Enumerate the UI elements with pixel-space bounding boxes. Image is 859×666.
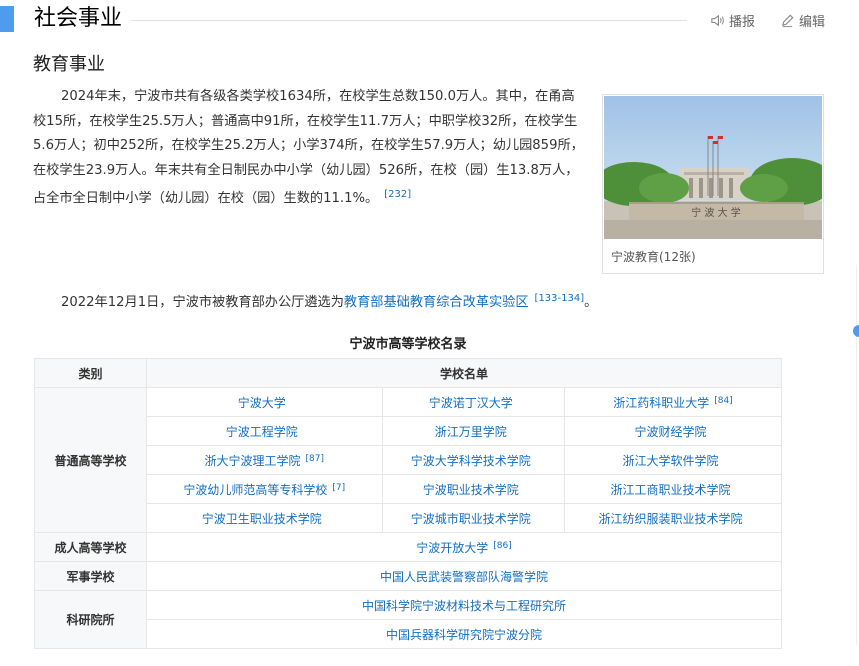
pencil-icon bbox=[781, 14, 794, 28]
paragraph-end: 。 bbox=[584, 295, 598, 310]
school-link[interactable]: 宁波大学 bbox=[238, 396, 286, 410]
category-military: 军事学校 bbox=[34, 561, 147, 591]
table-row: 宁波工程学院 浙江万里学院 宁波财经学院 bbox=[35, 416, 783, 446]
school-cell: 浙江工商职业技术学院 bbox=[563, 474, 783, 504]
speaker-icon bbox=[711, 14, 724, 27]
school-link[interactable]: 浙江纺织服装职业技术学院 bbox=[598, 512, 742, 526]
school-link[interactable]: 中国科学院宁波材料技术与工程研究所 bbox=[362, 599, 566, 613]
school-link[interactable]: 宁波卫生职业技术学院 bbox=[202, 512, 322, 526]
campus-gate-image: 宁 波 大 学 bbox=[604, 96, 822, 239]
school-cell: 宁波工程学院 bbox=[146, 416, 383, 446]
reform-paragraph: 2022年12月1日，宁波市被教育部办公厅遴选为教育部基础教育综合改革实验区 [1… bbox=[33, 287, 793, 316]
school-link[interactable]: 浙江大学软件学院 bbox=[622, 454, 718, 468]
table-row: 宁波幼儿师范高等专科学校 [7] 宁波职业技术学院 浙江工商职业技术学院 bbox=[35, 474, 783, 504]
table-row: 中国兵器科学研究院宁波分院 bbox=[35, 619, 782, 649]
citation-link[interactable]: [87] bbox=[306, 454, 324, 464]
school-cell: 宁波财经学院 bbox=[563, 416, 783, 446]
report-button[interactable]: 播报 bbox=[710, 11, 755, 30]
citation-link[interactable]: [86] bbox=[493, 541, 511, 551]
category-adult: 成人高等学校 bbox=[34, 532, 147, 562]
image-album-card[interactable]: 宁 波 大 学 宁波教育(12张) bbox=[602, 94, 824, 274]
subsection-title: 教育事业 bbox=[33, 54, 105, 75]
side-scroll-indicator[interactable] bbox=[853, 325, 859, 337]
header-school-list: 学校名单 bbox=[146, 358, 782, 388]
section-divider bbox=[131, 20, 687, 21]
school-cell: 宁波诺丁汉大学 bbox=[381, 387, 565, 417]
school-link[interactable]: 宁波职业技术学院 bbox=[423, 483, 519, 497]
school-cell: 浙大宁波理工学院 [87] bbox=[146, 445, 383, 475]
citation-link[interactable]: [84] bbox=[714, 396, 732, 406]
category-general: 普通高等学校 bbox=[34, 387, 147, 533]
table-title: 宁波市高等学校名录 bbox=[349, 337, 467, 352]
report-label: 播报 bbox=[729, 15, 756, 30]
citation-link[interactable]: [7] bbox=[332, 483, 345, 493]
school-link[interactable]: 宁波大学科学技术学院 bbox=[411, 454, 531, 468]
image-caption[interactable]: 宁波教育(12张) bbox=[611, 248, 696, 265]
gate-inscription: 宁 波 大 学 bbox=[691, 206, 741, 219]
school-cell: 浙江大学软件学院 bbox=[563, 445, 783, 475]
side-scroll-track bbox=[856, 265, 857, 645]
school-cell: 宁波卫生职业技术学院 bbox=[146, 503, 383, 533]
education-paragraph: 2024年末，宁波市共有各级各类学校1634所，在校学生总数150.0万人。其中… bbox=[33, 85, 585, 212]
reform-zone-link[interactable]: 教育部基础教育综合改革实验区 bbox=[344, 295, 529, 310]
school-link[interactable]: 宁波开放大学 bbox=[416, 541, 488, 555]
school-link[interactable]: 宁波工程学院 bbox=[226, 425, 298, 439]
school-cell: 中国兵器科学研究院宁波分院 bbox=[146, 619, 782, 649]
school-link[interactable]: 宁波幼儿师范高等专科学校 bbox=[183, 483, 327, 497]
school-cell: 宁波大学科学技术学院 bbox=[381, 445, 565, 475]
citation-link[interactable]: [232] bbox=[384, 189, 411, 200]
table-row: 浙大宁波理工学院 [87] 宁波大学科学技术学院 浙江大学软件学院 bbox=[35, 445, 783, 475]
school-cell: 中国科学院宁波材料技术与工程研究所 bbox=[146, 590, 782, 620]
table-row: 军事学校 中国人民武装警察部队海警学院 bbox=[34, 561, 782, 591]
school-cell: 宁波职业技术学院 bbox=[381, 474, 565, 504]
schools-table: 类别 学校名单 普通高等学校 宁波大学 宁波诺丁汉大学 浙江药科职业大学 [84]… bbox=[34, 358, 783, 649]
table-header-row: 类别 学校名单 bbox=[34, 358, 782, 388]
school-link[interactable]: 浙江药科职业大学 bbox=[613, 396, 709, 410]
school-cell: 中国人民武装警察部队海警学院 bbox=[146, 561, 782, 591]
edit-label: 编辑 bbox=[799, 15, 826, 30]
citation-link[interactable]: [133-134] bbox=[535, 293, 585, 304]
school-cell: 宁波幼儿师范高等专科学校 [7] bbox=[146, 474, 383, 504]
paragraph-text: 2024年末，宁波市共有各级各类学校1634所，在校学生总数150.0万人。其中… bbox=[33, 89, 584, 206]
section-title: 社会事业 bbox=[34, 6, 123, 31]
section-accent-bar bbox=[0, 6, 14, 32]
school-cell: 宁波大学 bbox=[146, 387, 383, 417]
campus-photo[interactable]: 宁 波 大 学 bbox=[604, 96, 822, 239]
edit-button[interactable]: 编辑 bbox=[780, 11, 825, 30]
table-row: 宁波卫生职业技术学院 宁波城市职业技术学院 浙江纺织服装职业技术学院 bbox=[35, 503, 783, 533]
school-link[interactable]: 中国兵器科学研究院宁波分院 bbox=[386, 628, 542, 642]
school-link[interactable]: 浙江工商职业技术学院 bbox=[610, 483, 730, 497]
school-cell: 浙江药科职业大学 [84] bbox=[563, 387, 783, 417]
category-research: 科研院所 bbox=[34, 590, 147, 649]
school-cell: 浙江万里学院 bbox=[381, 416, 565, 446]
school-link[interactable]: 浙江万里学院 bbox=[435, 425, 507, 439]
paragraph-text: 2022年12月1日，宁波市被教育部办公厅遴选为 bbox=[61, 295, 344, 310]
school-link[interactable]: 浙大宁波理工学院 bbox=[205, 454, 301, 468]
school-link[interactable]: 宁波诺丁汉大学 bbox=[429, 396, 513, 410]
school-cell: 浙江纺织服装职业技术学院 bbox=[563, 503, 783, 533]
school-link[interactable]: 宁波财经学院 bbox=[634, 425, 706, 439]
header-category: 类别 bbox=[34, 358, 147, 388]
table-row: 科研院所 中国科学院宁波材料技术与工程研究所 bbox=[34, 590, 782, 649]
table-row: 普通高等学校 宁波大学 宁波诺丁汉大学 浙江药科职业大学 [84] bbox=[34, 387, 783, 533]
school-cell: 宁波开放大学 [86] bbox=[146, 532, 782, 562]
section-header: 社会事业 播报 编辑 bbox=[0, 6, 859, 34]
school-link[interactable]: 宁波城市职业技术学院 bbox=[411, 512, 531, 526]
table-row: 成人高等学校 宁波开放大学 [86] bbox=[34, 532, 782, 562]
school-cell: 宁波城市职业技术学院 bbox=[381, 503, 565, 533]
school-link[interactable]: 中国人民武装警察部队海警学院 bbox=[380, 570, 548, 584]
